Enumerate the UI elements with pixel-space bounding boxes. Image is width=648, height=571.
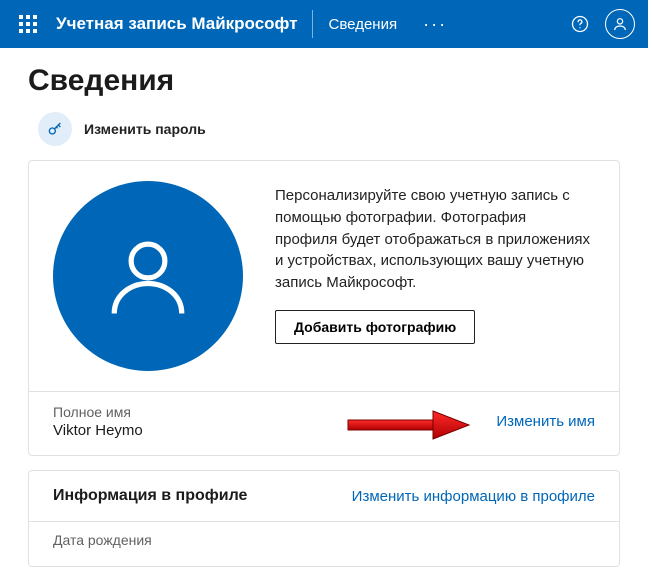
edit-name-link[interactable]: Изменить имя	[496, 413, 595, 430]
change-password-link[interactable]: Изменить пароль	[84, 121, 206, 137]
page-title: Сведения	[28, 64, 620, 98]
profile-info-card: Информация в профиле Изменить информацию…	[28, 470, 620, 567]
profile-description-block: Персонализируйте свою учетную запись с п…	[275, 181, 591, 344]
user-avatar-icon[interactable]	[602, 6, 638, 42]
key-icon	[38, 112, 72, 146]
profile-card: Персонализируйте свою учетную запись с п…	[28, 160, 620, 456]
full-name-label: Полное имя	[53, 404, 496, 420]
app-launcher-icon[interactable]	[8, 4, 48, 44]
app-header: Учетная запись Майкрософт Сведения ···	[0, 0, 648, 48]
brand-title[interactable]: Учетная запись Майкрософт	[48, 14, 312, 34]
edit-profile-info-link[interactable]: Изменить информацию в профиле	[352, 488, 595, 505]
change-password-row: Изменить пароль	[28, 112, 620, 146]
nav-item-info[interactable]: Сведения	[313, 16, 414, 33]
profile-info-title: Информация в профиле	[53, 487, 352, 505]
dob-label: Дата рождения	[53, 532, 595, 548]
full-name-value: Viktor Heymo	[53, 422, 496, 439]
profile-description-text: Персонализируйте свою учетную запись с п…	[275, 185, 591, 294]
page-content: Сведения Изменить пароль Персонализируйт…	[0, 48, 648, 567]
help-icon[interactable]	[562, 6, 598, 42]
more-menu-icon[interactable]: ···	[413, 14, 457, 35]
add-photo-button[interactable]: Добавить фотографию	[275, 310, 475, 344]
profile-avatar	[53, 181, 243, 371]
full-name-row: Полное имя Viktor Heymo Изменить имя	[29, 392, 619, 455]
